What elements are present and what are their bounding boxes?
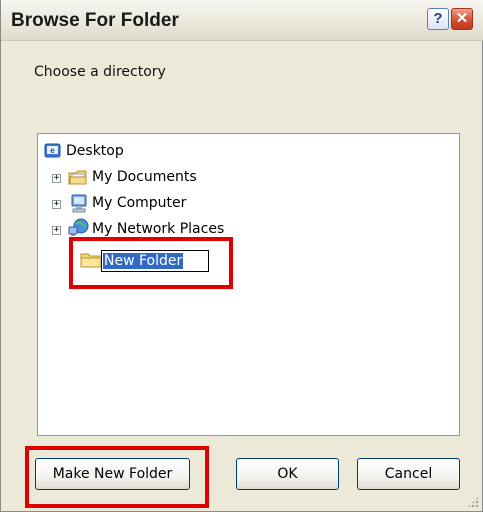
folder-icon	[80, 251, 102, 273]
close-button[interactable]: ✕	[451, 8, 473, 30]
expand-icon[interactable]: +	[52, 174, 61, 183]
my-documents-icon	[68, 168, 88, 190]
tree-item-my-documents[interactable]: + My Documents	[52, 168, 352, 188]
ok-button[interactable]: OK	[236, 458, 339, 490]
tree-item-label: Desktop	[66, 143, 124, 159]
tree-item-my-network-places[interactable]: + My Network Places	[52, 218, 372, 242]
tree-item-label: My Network Places	[92, 221, 225, 237]
my-computer-icon	[70, 194, 88, 218]
browse-for-folder-dialog: Browse For Folder ? ✕ Choose a directory…	[0, 0, 483, 512]
new-folder-name-input[interactable]: New Folder	[101, 250, 209, 272]
expand-icon[interactable]: +	[52, 200, 61, 209]
new-folder-name-selection: New Folder	[103, 253, 184, 269]
expand-icon[interactable]: +	[52, 226, 61, 235]
tree-item-label: My Computer	[92, 195, 187, 211]
make-new-folder-button[interactable]: Make New Folder	[35, 458, 190, 490]
cancel-button[interactable]: Cancel	[357, 458, 460, 490]
svg-text:e: e	[50, 146, 55, 155]
window-title: Browse For Folder	[11, 10, 179, 31]
tree-item-my-computer[interactable]: + My Computer	[52, 194, 352, 214]
tree-item-desktop[interactable]: e Desktop	[44, 142, 244, 162]
title-bar[interactable]: Browse For Folder ? ✕	[1, 0, 483, 41]
resize-grip[interactable]	[467, 496, 479, 508]
help-button[interactable]: ?	[427, 8, 449, 30]
folder-tree[interactable]: e Desktop + My Documents + My Computer +…	[37, 133, 460, 436]
dialog-prompt: Choose a directory	[34, 64, 166, 80]
tree-item-label: My Documents	[92, 169, 197, 185]
desktop-icon: e	[44, 142, 62, 164]
network-places-icon	[68, 218, 90, 242]
